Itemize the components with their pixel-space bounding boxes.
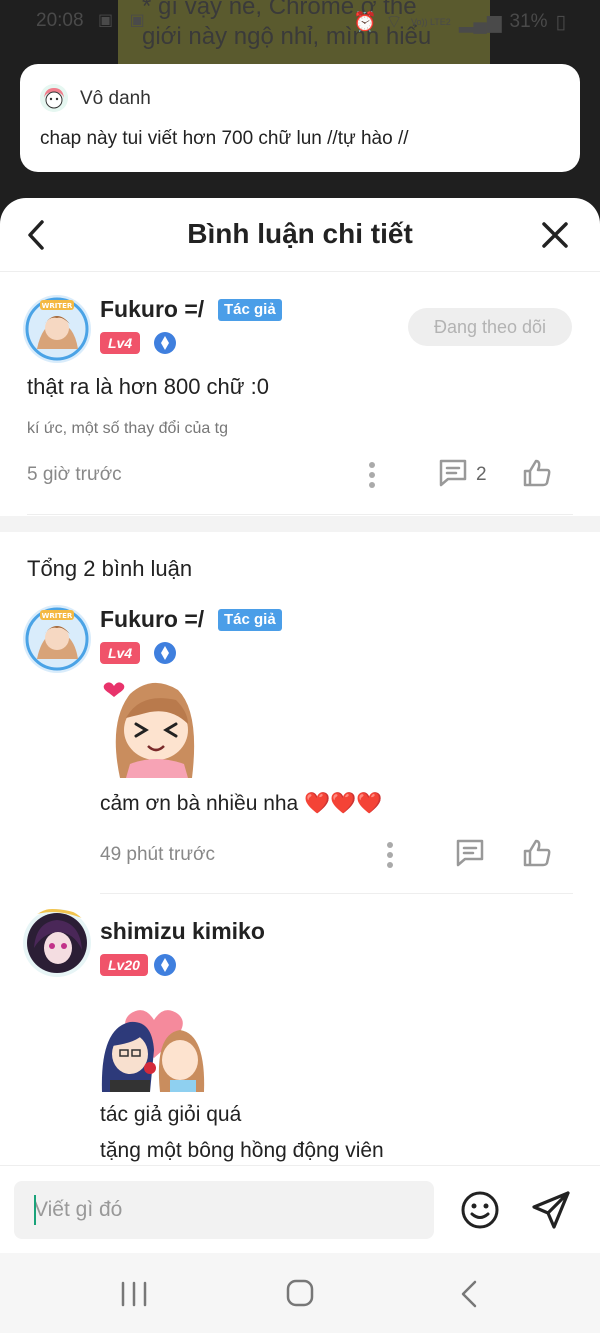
smiley-icon [461, 1191, 499, 1229]
status-bar: 20:08 ▣ ▣ ⏰ ⌔ Vo)) LTE2 ▂▄▆ 31% ▯ [0, 0, 600, 44]
text-caret [34, 1195, 36, 1225]
like-icon[interactable] [522, 458, 552, 493]
comment-username[interactable]: shimizu kimiko [100, 918, 265, 945]
avatar[interactable]: WRITER [22, 604, 92, 674]
comment-input[interactable] [14, 1181, 434, 1239]
emoji-button[interactable] [460, 1190, 500, 1230]
chevron-left-icon [461, 1280, 477, 1308]
comment-text: cảm ơn bà nhiều nha ❤️❤️❤️ [100, 792, 383, 815]
home-icon [286, 1279, 314, 1307]
comment-subtext: kí ức, một số thay đổi của tg [27, 420, 229, 437]
sticker-image [100, 1004, 208, 1097]
page-title: Bình luận chi tiết [187, 218, 413, 249]
avatar[interactable] [22, 908, 92, 978]
diamond-badge-icon [154, 332, 176, 354]
section-separator [0, 516, 600, 532]
recent-apps-icon [121, 1281, 147, 1307]
level-badge: Lv4 [100, 332, 141, 354]
sticker-image [100, 672, 204, 783]
wifi-icon: ⌔ [385, 12, 403, 33]
alarm-icon: ⏰ [353, 12, 378, 33]
reply-icon[interactable] [438, 458, 468, 493]
comment-detail-sheet: Bình luận chi tiết WRITER Fukuro =/ Tác … [0, 198, 600, 1333]
battery-label: 31% [509, 11, 548, 32]
status-time: 20:08 [36, 10, 84, 31]
status-right: ⏰ ⌔ Vo)) LTE2 ▂▄▆ 31% ▯ [353, 10, 566, 34]
system-navigation-bar [0, 1253, 600, 1333]
send-button[interactable] [530, 1189, 572, 1231]
svg-text:WRITER: WRITER [42, 302, 73, 310]
divider [27, 514, 573, 515]
sheet-header: Bình luận chi tiết [0, 198, 600, 272]
more-options-icon[interactable] [364, 460, 380, 495]
comment-time: 5 giờ trước [27, 464, 122, 485]
comment-text-line: tác giả giỏi quá [100, 1103, 242, 1126]
avatar[interactable]: WRITER [22, 294, 92, 364]
comment-text-line: tặng một bông hồng động viên [100, 1139, 384, 1162]
anonymous-avatar [40, 84, 68, 112]
level-badge: Lv4 [100, 642, 141, 664]
status-notification-icons: ▣ ▣ [98, 12, 151, 29]
svg-text:WRITER: WRITER [42, 612, 73, 620]
battery-icon: ▯ [555, 11, 566, 33]
signal-icon: ▂▄▆ [458, 11, 502, 33]
comment-username[interactable]: Fukuro =/ [100, 296, 204, 323]
comment-input-bar [0, 1165, 600, 1253]
like-icon[interactable] [522, 838, 552, 873]
parent-comment-username: Vô danh [80, 88, 151, 109]
diamond-badge-icon [154, 954, 176, 976]
following-button[interactable]: Đang theo dõi [408, 308, 572, 346]
more-options-icon[interactable] [382, 840, 398, 875]
total-comments-label: Tổng 2 bình luận [27, 556, 193, 581]
parent-comment-card[interactable]: Vô danh chap này tui viết hơn 700 chữ lu… [20, 64, 580, 172]
comment-time: 49 phút trước [100, 844, 215, 865]
home-button[interactable] [285, 1278, 315, 1313]
lte-indicator: Vo)) LTE2 [410, 17, 451, 27]
parent-comment-text: chap này tui viết hơn 700 chữ lun //tự h… [40, 128, 409, 149]
comment-text: thật ra là hơn 800 chữ :0 [27, 374, 269, 399]
diamond-badge-icon [154, 642, 176, 664]
reply-icon[interactable] [455, 838, 485, 873]
send-icon [532, 1191, 570, 1229]
author-badge: Tác giả [218, 609, 282, 631]
author-badge: Tác giả [218, 299, 282, 321]
divider [100, 893, 573, 894]
comment-username[interactable]: Fukuro =/ [100, 606, 204, 633]
system-back-button[interactable] [458, 1279, 480, 1314]
level-badge: Lv20 [100, 954, 148, 976]
reply-count: 2 [476, 464, 487, 485]
close-button[interactable] [540, 220, 570, 250]
recent-apps-button[interactable] [120, 1281, 148, 1312]
close-icon [542, 222, 568, 248]
